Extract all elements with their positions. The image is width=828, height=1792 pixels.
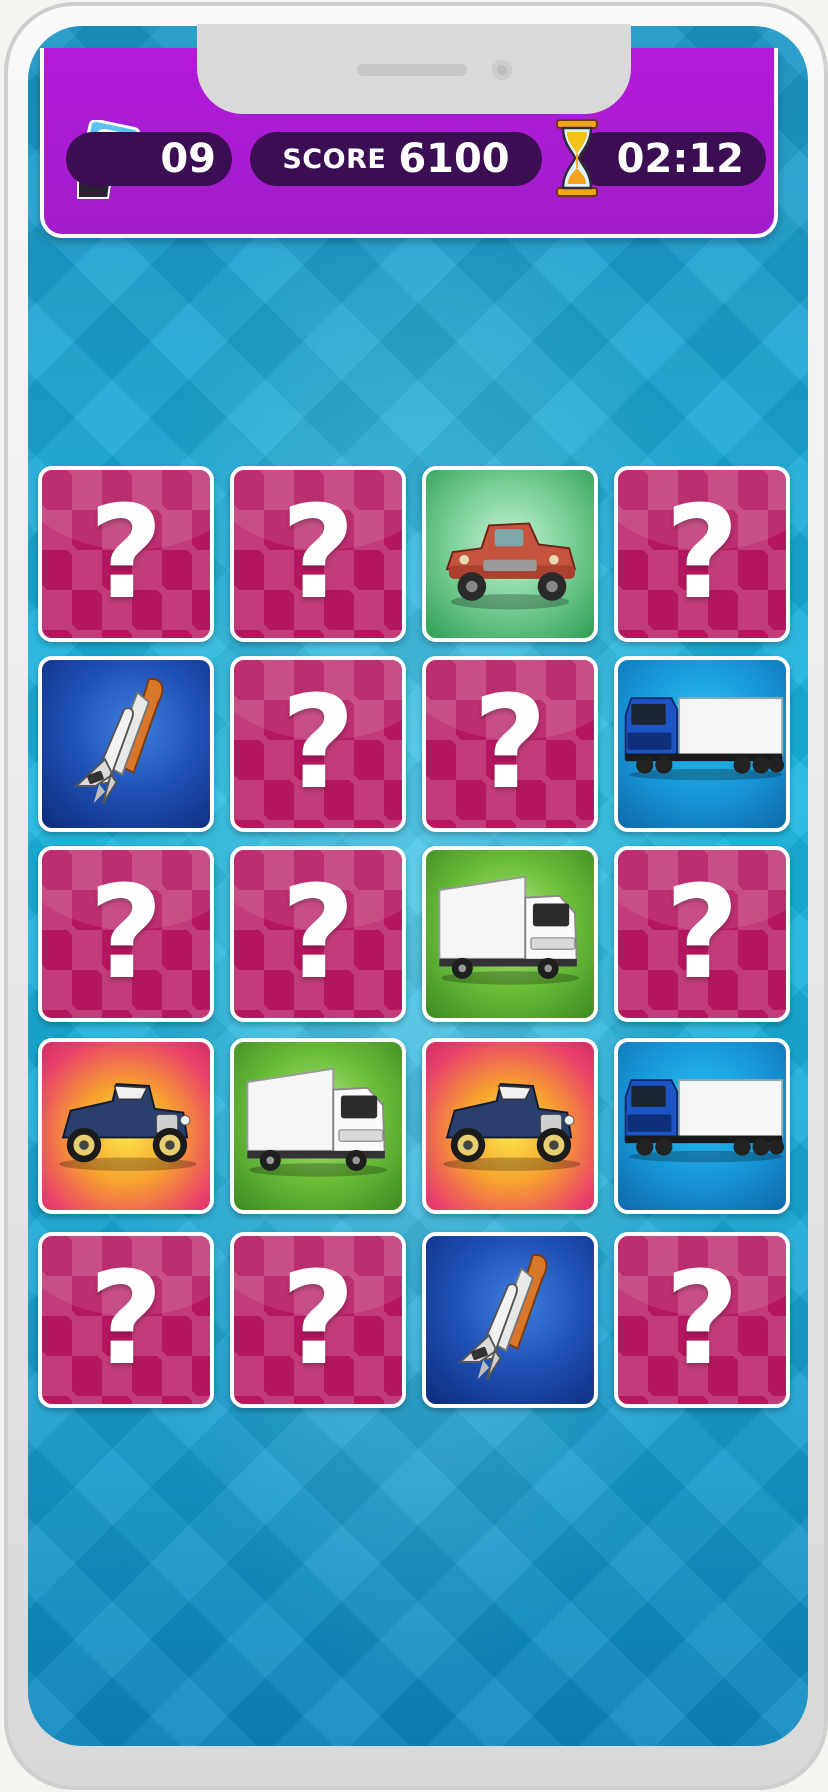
card-face-down[interactable]: ? <box>38 846 214 1022</box>
card-space-shuttle <box>422 1232 598 1408</box>
question-mark-icon: ? <box>664 859 740 1008</box>
card-face-down[interactable]: ? <box>38 466 214 642</box>
red-pickup-truck-image <box>445 522 577 610</box>
card-white-box-truck <box>422 846 598 1022</box>
question-mark-icon: ? <box>88 479 164 628</box>
card-face-down[interactable]: ? <box>230 1232 406 1408</box>
card-space-shuttle <box>38 656 214 832</box>
card-face-down[interactable]: ? <box>614 1232 790 1408</box>
card-blue-semi-truck <box>614 656 790 832</box>
question-mark-icon: ? <box>664 479 740 628</box>
hourglass-icon <box>556 119 598 197</box>
card-white-box-truck <box>230 1038 406 1214</box>
space-shuttle-image <box>457 1254 548 1380</box>
card-face-down[interactable]: ? <box>230 466 406 642</box>
card-vintage-roadster <box>38 1038 214 1214</box>
moves-value: 09 <box>160 136 216 182</box>
question-mark-icon: ? <box>280 669 356 818</box>
question-mark-icon: ? <box>280 1245 356 1394</box>
timer-value: 02:12 <box>616 136 744 182</box>
question-mark-icon: ? <box>472 669 548 818</box>
vintage-roadster-image <box>59 1082 197 1171</box>
moves-counter: 09 <box>66 132 232 186</box>
question-mark-icon: ? <box>280 479 356 628</box>
question-mark-icon: ? <box>664 1245 740 1394</box>
front-camera <box>492 60 512 80</box>
question-mark-icon: ? <box>280 859 356 1008</box>
vintage-roadster-image <box>443 1082 581 1171</box>
score-value: 6100 <box>398 136 510 182</box>
card-blue-semi-truck <box>614 1038 790 1214</box>
speaker-grille <box>357 64 467 76</box>
card-face-down[interactable]: ? <box>230 846 406 1022</box>
white-box-truck-image <box>246 1067 387 1177</box>
white-box-truck-image <box>438 875 579 985</box>
card-face-down[interactable]: ? <box>614 846 790 1022</box>
card-face-down[interactable]: ? <box>614 466 790 642</box>
timer-display: 02:12 <box>574 132 766 186</box>
blue-semi-truck-image <box>624 697 785 781</box>
card-vintage-roadster <box>422 1038 598 1214</box>
card-face-down[interactable]: ? <box>230 656 406 832</box>
device-notch <box>197 24 631 114</box>
blue-semi-truck-image <box>624 1079 785 1163</box>
score-label: SCORE <box>282 143 387 175</box>
score-display: SCORE 6100 <box>250 132 542 186</box>
card-face-down[interactable]: ? <box>38 1232 214 1408</box>
space-shuttle-image <box>73 678 164 804</box>
card-face-down[interactable]: ? <box>422 656 598 832</box>
question-mark-icon: ? <box>88 1245 164 1394</box>
card-red-pickup-truck <box>422 466 598 642</box>
game-stage: 09 SCORE 6100 02:12 ?? ? ? ? ? ? ? ? ? ? <box>0 0 828 1792</box>
question-mark-icon: ? <box>88 859 164 1008</box>
